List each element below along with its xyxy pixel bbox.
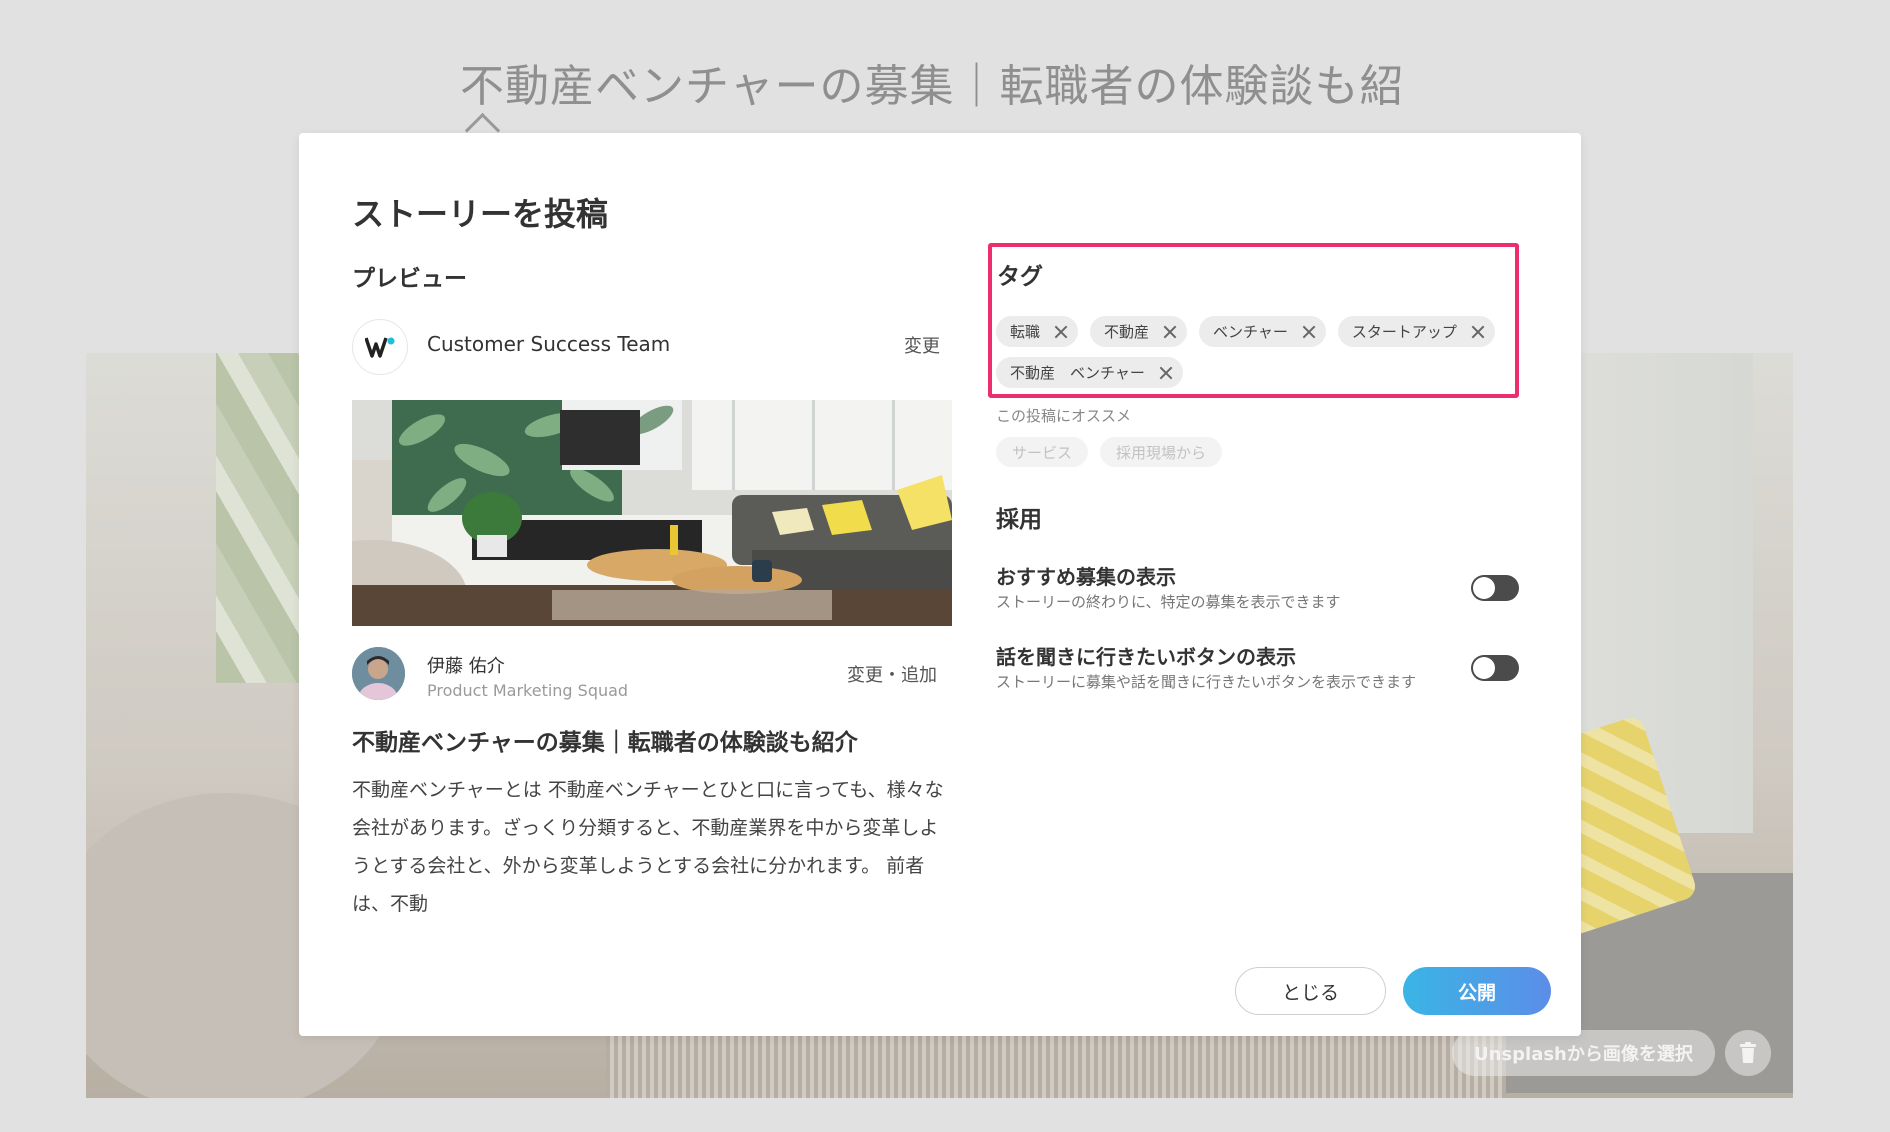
toggle-knob [1473, 577, 1495, 599]
recommended-tag-list: サービス 採用現場から [996, 437, 1223, 467]
preview-cover-image [352, 400, 952, 626]
author-change-link[interactable]: 変更・追加 [847, 661, 937, 687]
author-name: 伊藤 佑介 [427, 656, 505, 677]
org-name: Customer Success Team [427, 332, 671, 356]
tag-list: 転職 不動産 ベンチャー スタートアップ 不動産 ベンチャー [996, 316, 1516, 388]
tag-label: 不動産 ベンチャー [1010, 364, 1145, 382]
author-avatar [352, 647, 405, 700]
modal-title: ストーリーを投稿 [352, 195, 609, 233]
delete-image-button[interactable] [1725, 1030, 1771, 1076]
tag-label: 不動産 [1104, 323, 1150, 341]
recommended-tag-hiring-field[interactable]: 採用現場から [1100, 437, 1223, 467]
living-room-photo [352, 400, 952, 626]
remove-tag-icon[interactable] [1159, 366, 1173, 380]
tag-chip: 不動産 ベンチャー [996, 357, 1183, 388]
post-story-modal: ストーリーを投稿 プレビュー Customer Success Team 変更 [299, 133, 1581, 1036]
remove-tag-icon[interactable] [1054, 325, 1068, 339]
remove-tag-icon[interactable] [1302, 325, 1316, 339]
recommended-jobs-toggle[interactable] [1471, 575, 1519, 601]
trash-icon [1740, 1042, 1756, 1063]
background-page-title: 不動産ベンチャーの募集｜転職者の体験談も紹 [460, 61, 1405, 112]
org-change-link[interactable]: 変更 [904, 332, 940, 358]
publish-button[interactable]: 公開 [1403, 967, 1551, 1015]
story-title: 不動産ベンチャーの募集｜転職者の体験談も紹介 [352, 730, 858, 756]
preview-heading: プレビュー [352, 266, 467, 292]
hiring-heading: 採用 [996, 507, 1042, 533]
author-team: Product Marketing Squad [427, 681, 629, 700]
org-logo [352, 319, 408, 375]
tag-chip: 不動産 [1090, 316, 1188, 347]
story-excerpt: 不動産ベンチャーとは 不動産ベンチャーとひと口に言っても、様々な会社があります。… [352, 779, 944, 915]
recommended-tags-label: この投稿にオススメ [996, 407, 1132, 425]
tags-heading: タグ [997, 264, 1043, 290]
tag-label: ベンチャー [1213, 323, 1288, 341]
tag-label: 転職 [1010, 323, 1041, 341]
wantedly-logo-icon [365, 337, 395, 358]
close-button[interactable]: とじる [1235, 967, 1386, 1015]
tag-label: スタートアップ [1351, 323, 1457, 341]
remove-tag-icon[interactable] [1471, 325, 1485, 339]
want-to-visit-button-desc: ストーリーに募集や話を聞きに行きたいボタンを表示できます [996, 673, 1417, 691]
author-photo [352, 647, 405, 700]
unsplash-select-button[interactable]: Unsplashから画像を選択 [1452, 1030, 1715, 1076]
toggle-knob [1473, 657, 1495, 679]
tag-chip: 転職 [996, 316, 1079, 347]
recommended-tag-service[interactable]: サービス [996, 437, 1089, 467]
recommended-jobs-desc: ストーリーの終わりに、特定の募集を表示できます [996, 593, 1341, 611]
want-to-visit-button-title: 話を聞きに行きたいボタンの表示 [996, 645, 1296, 669]
tag-chip: スタートアップ [1337, 316, 1495, 347]
want-to-visit-button-toggle[interactable] [1471, 655, 1519, 681]
tag-chip: ベンチャー [1199, 316, 1326, 347]
remove-tag-icon[interactable] [1163, 325, 1177, 339]
recommended-jobs-title: おすすめ募集の表示 [996, 565, 1176, 589]
